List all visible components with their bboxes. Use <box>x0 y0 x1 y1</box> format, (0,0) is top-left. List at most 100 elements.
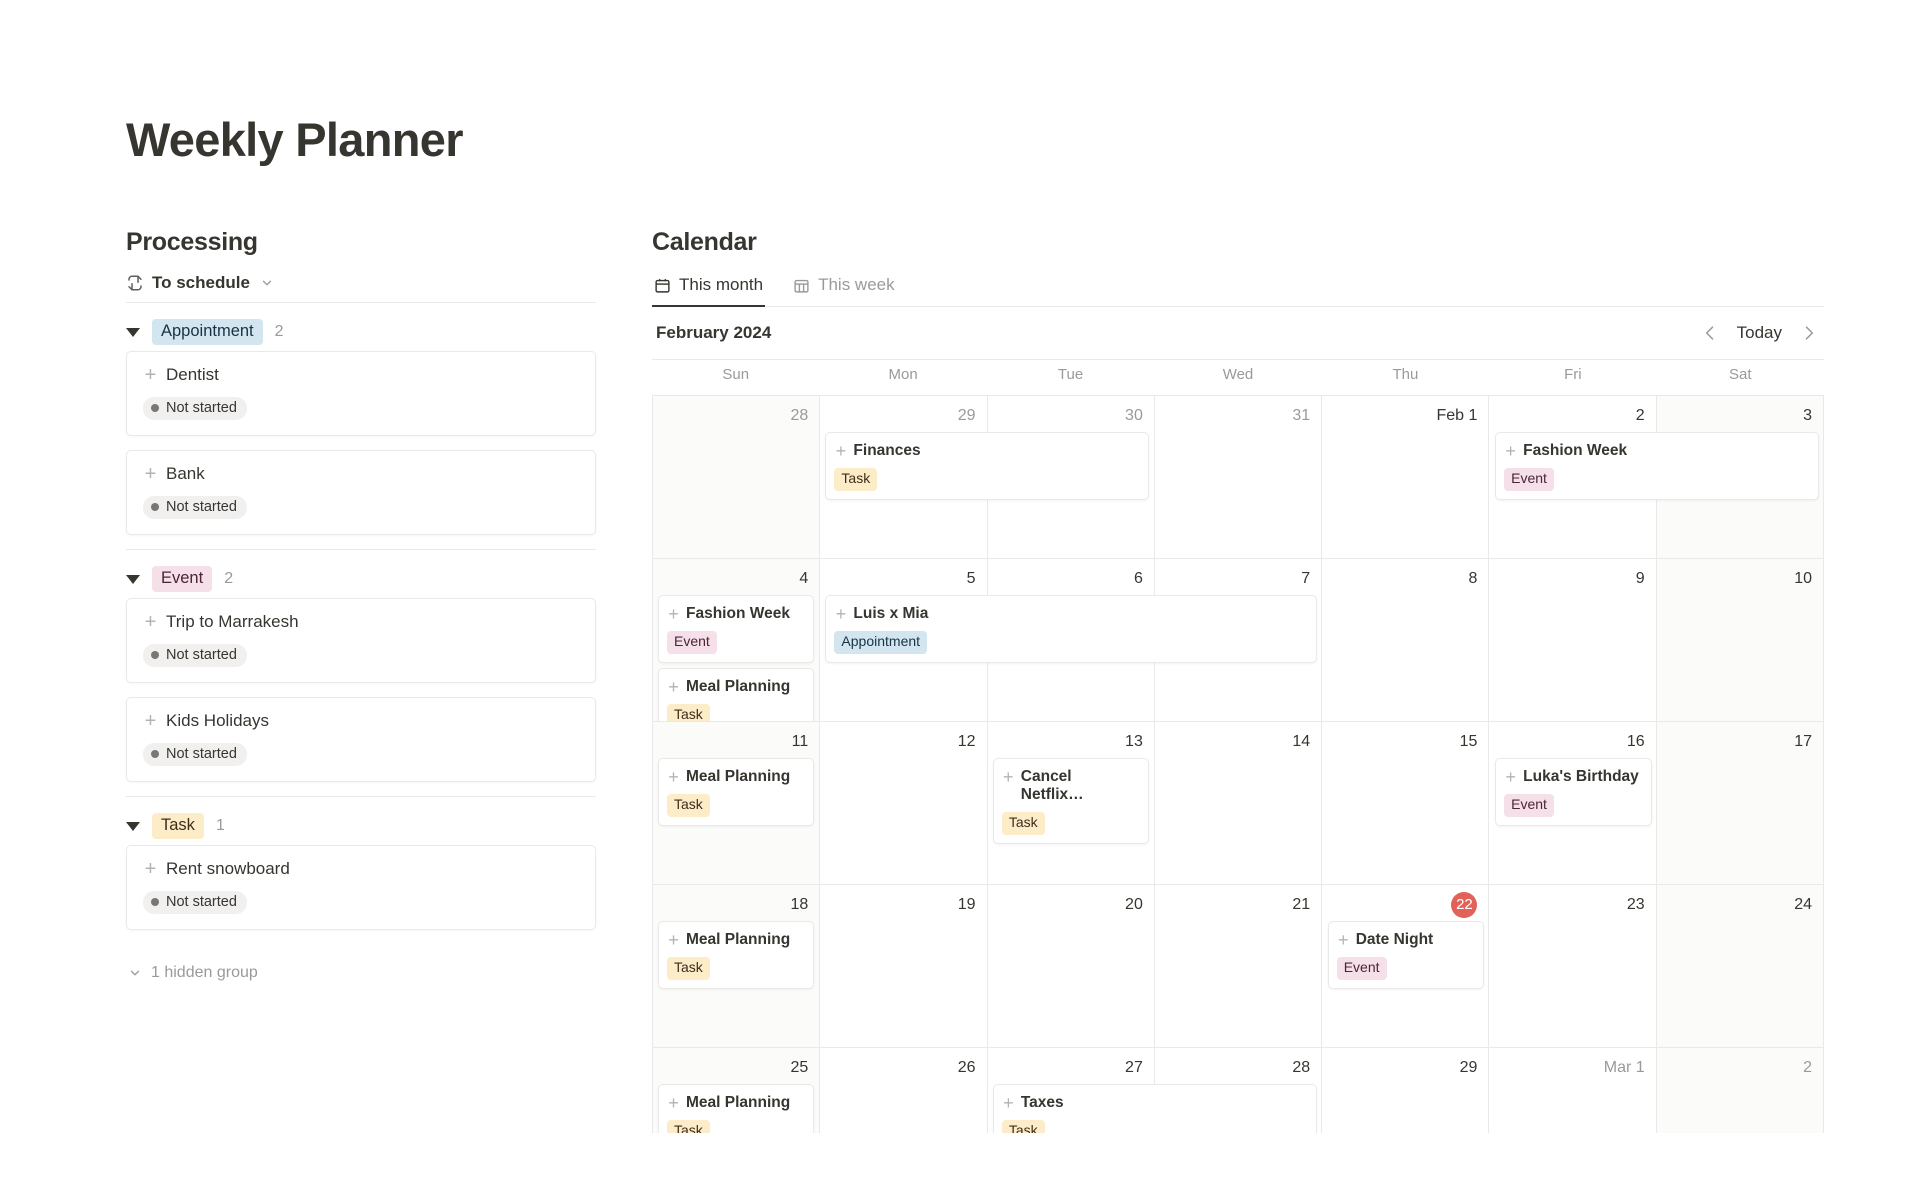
calendar-day-cell[interactable]: 10 <box>1656 559 1824 721</box>
sync-icon <box>126 274 144 292</box>
plus-icon[interactable]: + <box>143 464 158 484</box>
calendar-event[interactable]: + Meal Planning Task <box>658 758 815 826</box>
day-number: Mar 1 <box>1603 1059 1645 1076</box>
day-number: 9 <box>1635 570 1645 587</box>
day-number: 23 <box>1626 896 1645 913</box>
chevron-left-icon[interactable] <box>1699 322 1721 344</box>
day-number: 2 <box>1635 407 1645 424</box>
status-badge[interactable]: Not started <box>143 397 247 420</box>
event-title-row: + Cancel Netflix… <box>1002 768 1138 804</box>
plus-icon[interactable]: + <box>667 1094 680 1112</box>
calendar-event[interactable]: + Meal Planning Task <box>658 1084 815 1133</box>
event-title: Meal Planning <box>686 678 791 695</box>
processing-card[interactable]: + Bank Not started <box>126 450 596 535</box>
day-number: 13 <box>1125 733 1143 750</box>
calendar-day-cell[interactable]: 31 <box>1155 396 1323 558</box>
group-header[interactable]: Appointment 2 <box>126 303 596 351</box>
calendar-event[interactable]: + Fashion Week Event <box>1495 432 1819 500</box>
event-title: Meal Planning <box>686 1094 791 1111</box>
tab-this-week[interactable]: This week <box>791 273 897 307</box>
calendar-month-icon <box>654 277 671 294</box>
plus-icon[interactable]: + <box>1504 442 1517 460</box>
tab-this-month-label: This month <box>679 275 764 294</box>
calendar-day-cell[interactable]: Feb 1 <box>1322 396 1490 558</box>
calendar-day-cell[interactable]: 20 <box>988 885 1155 1047</box>
calendar-day-cell[interactable]: 19 <box>820 885 988 1047</box>
collapse-triangle-icon[interactable] <box>126 821 140 831</box>
plus-icon[interactable]: + <box>143 365 158 385</box>
plus-icon[interactable]: + <box>667 605 680 623</box>
group-header[interactable]: Event 2 <box>126 550 596 598</box>
calendar-heading: Calendar <box>652 228 757 256</box>
calendar-day-cell[interactable]: Mar 1 <box>1489 1048 1657 1133</box>
plus-icon[interactable]: + <box>834 442 847 460</box>
calendar-event[interactable]: + Taxes Task <box>992 1084 1317 1133</box>
calendar-day-cell[interactable]: 24 <box>1656 885 1824 1047</box>
event-title: Meal Planning <box>686 931 791 948</box>
card-title: Dentist <box>166 365 219 384</box>
day-number: 2 <box>1803 1059 1812 1076</box>
status-badge[interactable]: Not started <box>143 496 247 519</box>
calendar-day-cell[interactable]: 8 <box>1322 559 1490 721</box>
day-number: 12 <box>957 733 976 750</box>
group-header[interactable]: Task 1 <box>126 797 596 845</box>
calendar-event[interactable]: + Luis x Mia Appointment <box>825 595 1317 663</box>
plus-icon[interactable]: + <box>667 931 680 949</box>
calendar-day-cell[interactable]: 29 <box>1322 1048 1490 1133</box>
view-selector[interactable]: To schedule <box>126 273 596 303</box>
processing-card[interactable]: + Kids Holidays Not started <box>126 697 596 782</box>
day-number: 29 <box>957 407 976 424</box>
day-number: 10 <box>1794 570 1812 587</box>
calendar-event[interactable]: + Meal Planning Task <box>658 921 815 989</box>
plus-icon[interactable]: + <box>143 859 158 879</box>
calendar-day-cell[interactable]: 15 <box>1322 722 1490 884</box>
day-number: Feb 1 <box>1436 407 1478 424</box>
calendar-event[interactable]: + Finances Task <box>825 432 1150 500</box>
calendar-day-cell[interactable]: 12 <box>820 722 988 884</box>
calendar-event[interactable]: + Luka's Birthday Event <box>1495 758 1652 826</box>
today-button[interactable]: Today <box>1735 323 1784 343</box>
calendar-event[interactable]: + Cancel Netflix… Task <box>992 758 1150 844</box>
plus-icon[interactable]: + <box>1504 768 1517 786</box>
plus-icon[interactable]: + <box>1002 768 1015 786</box>
calendar-day-cell[interactable]: 28 <box>653 396 821 558</box>
chevron-right-icon[interactable] <box>1798 322 1820 344</box>
card-title: Bank <box>166 464 205 483</box>
calendar-day-cell[interactable]: 9 <box>1489 559 1657 721</box>
calendar-day-cell[interactable]: 26 <box>820 1048 988 1133</box>
processing-card[interactable]: + Trip to Marrakesh Not started <box>126 598 596 683</box>
event-title: Cancel Netflix… <box>1020 768 1084 803</box>
plus-icon[interactable]: + <box>834 605 847 623</box>
calendar-event[interactable]: + Date Night Event <box>1327 921 1485 989</box>
plus-icon[interactable]: + <box>667 678 680 696</box>
event-tag: Event <box>667 631 717 654</box>
plus-icon[interactable]: + <box>143 612 158 632</box>
collapse-triangle-icon[interactable] <box>126 574 140 584</box>
plus-icon[interactable]: + <box>667 768 680 786</box>
calendar-day-cell[interactable]: 21 <box>1155 885 1323 1047</box>
status-dot-icon <box>151 404 159 412</box>
plus-icon[interactable]: + <box>1337 931 1350 949</box>
processing-card[interactable]: + Rent snowboard Not started <box>126 845 596 930</box>
plus-icon[interactable]: + <box>1002 1094 1015 1112</box>
calendar-day-cell[interactable]: 14 <box>1155 722 1323 884</box>
hidden-group-toggle[interactable]: 1 hidden group <box>126 964 596 982</box>
status-badge[interactable]: Not started <box>143 891 247 914</box>
calendar-event[interactable]: + Fashion Week Event <box>658 595 815 663</box>
processing-card[interactable]: + Dentist Not started <box>126 351 596 436</box>
calendar-day-cell[interactable]: 23 <box>1489 885 1657 1047</box>
status-badge[interactable]: Not started <box>143 743 247 766</box>
tab-this-month[interactable]: This month <box>652 273 766 307</box>
event-title-row: + Meal Planning <box>667 768 803 786</box>
card-title: Trip to Marrakesh <box>166 612 299 631</box>
card-title-row: + Dentist <box>143 365 579 385</box>
event-title: Luka's Birthday <box>1523 768 1639 785</box>
calendar-day-cell[interactable]: 17 <box>1656 722 1824 884</box>
event-title: Luis x Mia <box>853 605 929 622</box>
calendar-day-cell[interactable]: 2 <box>1656 1048 1824 1133</box>
status-badge[interactable]: Not started <box>143 644 247 667</box>
calendar-weeks: 28 29 30 31 Feb 1 2 3 + Finances Task + Fashion Wee… <box>652 395 1824 1133</box>
plus-icon[interactable]: + <box>143 711 158 731</box>
day-number: 24 <box>1794 896 1812 913</box>
collapse-triangle-icon[interactable] <box>126 327 140 337</box>
